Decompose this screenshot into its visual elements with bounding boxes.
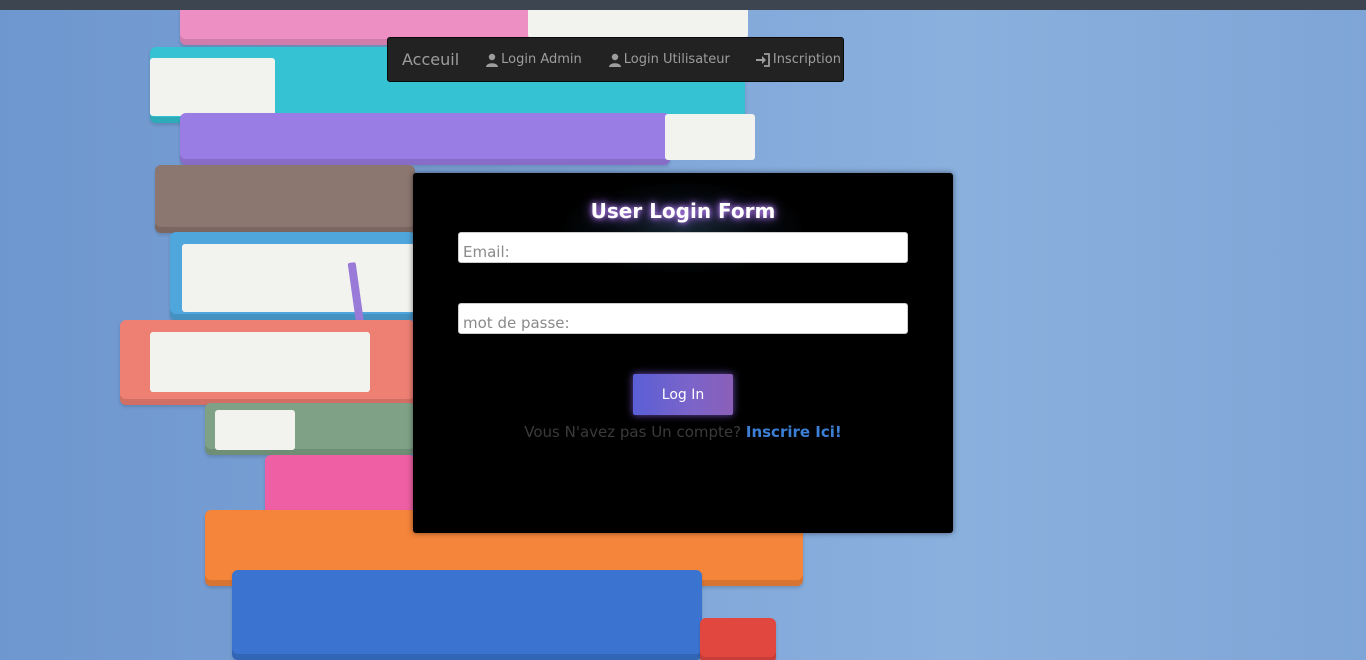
- top-navbar: Acceuil Login Admin Login Utilisateur In…: [387, 37, 844, 82]
- nav-inscription[interactable]: Inscription: [743, 52, 854, 67]
- signup-prompt-text: Vous N'avez pas Un compte?: [524, 423, 742, 441]
- password-input[interactable]: [458, 303, 908, 334]
- nav-brand-acceuil[interactable]: Acceuil: [388, 50, 472, 69]
- book-pages: [528, 10, 748, 38]
- login-form-title: User Login Form: [590, 199, 776, 223]
- signup-link[interactable]: Inscrire Ici!: [746, 423, 842, 441]
- nav-login-admin[interactable]: Login Admin: [472, 52, 595, 67]
- book-pages: [215, 410, 295, 450]
- nav-inscription-label: Inscription: [772, 52, 841, 67]
- email-input[interactable]: [458, 232, 908, 263]
- user-icon: [486, 53, 499, 67]
- login-form-card: User Login Form Log In Vous N'avez pas U…: [413, 173, 953, 533]
- book-pages: [150, 58, 275, 116]
- browser-top-strip: [0, 0, 1366, 10]
- book-pages: [150, 332, 370, 392]
- signup-prompt-line: Vous N'avez pas Un compte? Inscrire Ici!: [413, 423, 953, 441]
- log-in-icon: [755, 52, 770, 67]
- user-icon: [608, 53, 621, 67]
- nav-login-utilisateur-label: Login Utilisateur: [623, 52, 730, 67]
- book-red: [700, 618, 776, 660]
- nav-login-admin-label: Login Admin: [501, 52, 582, 67]
- book-blue: [232, 570, 702, 660]
- book-purple: [180, 113, 670, 165]
- login-button[interactable]: Log In: [633, 374, 733, 415]
- book-pages: [665, 114, 755, 160]
- nav-login-utilisateur[interactable]: Login Utilisateur: [595, 52, 743, 67]
- book-pages: [182, 244, 415, 312]
- book-brown: [155, 165, 415, 233]
